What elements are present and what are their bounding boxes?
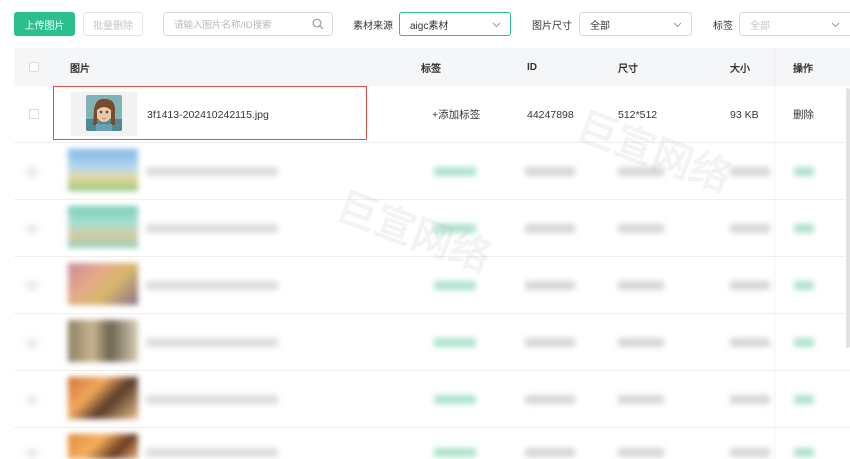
- chevron-down-icon: [673, 22, 682, 28]
- size-label: 图片尺寸: [532, 20, 572, 32]
- image-filesize: 93 KB: [730, 108, 759, 121]
- batch-delete-button[interactable]: 批量删除: [83, 12, 143, 36]
- column-header-image: 图片: [70, 63, 90, 75]
- tag-filter-label: 标签: [713, 20, 733, 32]
- row-checkbox[interactable]: [29, 109, 39, 119]
- image-id: 44247898: [527, 108, 574, 121]
- table-row[interactable]: [14, 371, 850, 428]
- toolbar: 上传图片 批量删除 请输入图片名称/ID搜索 素材来源 aigc素材 图片尺寸 …: [0, 0, 850, 48]
- column-header-filesize: 大小: [730, 63, 750, 75]
- vertical-scrollbar[interactable]: [846, 88, 850, 348]
- upload-image-button[interactable]: 上传图片: [14, 12, 75, 36]
- column-header-action: 操作: [793, 63, 813, 75]
- tag-select[interactable]: 全部: [739, 12, 850, 36]
- select-all-checkbox[interactable]: [29, 62, 39, 72]
- add-tag-link[interactable]: +添加标签: [432, 86, 480, 143]
- delete-link[interactable]: 删除: [793, 86, 814, 143]
- table-header: 图片 标签 ID 尺寸 大小 操作: [14, 48, 850, 86]
- chevron-down-icon: [831, 22, 840, 28]
- size-select-value: 全部: [590, 20, 610, 32]
- column-header-tag: 标签: [421, 63, 441, 75]
- table-row[interactable]: [14, 428, 850, 459]
- table-row[interactable]: [14, 314, 850, 371]
- obscured-row-content: [14, 428, 850, 459]
- source-select-value: aigc素材: [410, 20, 449, 32]
- obscured-row-content: [14, 314, 850, 370]
- search-icon[interactable]: [312, 18, 324, 30]
- source-select[interactable]: aigc素材: [399, 12, 511, 36]
- column-header-size: 尺寸: [618, 63, 638, 75]
- source-label: 素材来源: [353, 20, 393, 32]
- search-input[interactable]: 请输入图片名称/ID搜索: [163, 12, 333, 36]
- size-select[interactable]: 全部: [579, 12, 692, 36]
- search-placeholder: 请输入图片名称/ID搜索: [174, 20, 272, 31]
- column-header-id: ID: [527, 61, 537, 73]
- obscured-row-content: [14, 371, 850, 427]
- highlight-box: [53, 86, 367, 140]
- tag-select-value: 全部: [750, 20, 770, 32]
- fixed-column-shadow: [774, 48, 776, 459]
- chevron-down-icon: [492, 22, 501, 28]
